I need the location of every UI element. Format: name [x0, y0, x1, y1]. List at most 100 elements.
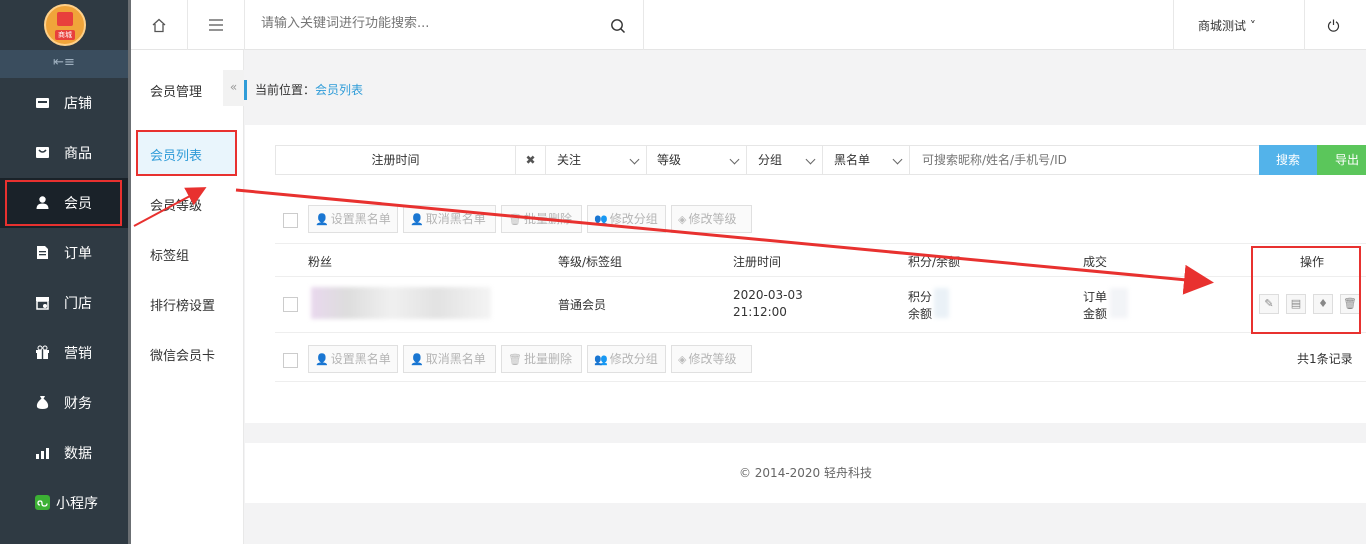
user-minus-icon: 👤 — [315, 213, 329, 226]
layers-icon: ◈ — [678, 213, 687, 226]
points-label: 积分 — [908, 290, 933, 304]
select-all-checkbox[interactable] — [283, 353, 298, 368]
top-bar: 商城测试 ˅ — [131, 0, 1366, 50]
button-label: 批量删除 — [523, 212, 572, 226]
sidebar-item-finance[interactable]: 财务 — [0, 378, 128, 428]
user-icon: 👤 — [410, 213, 424, 226]
column-header-level: 等级/标签组 — [558, 255, 623, 269]
breadcrumb-current[interactable]: 会员列表 — [315, 83, 363, 97]
sidebar-item-label: 店铺 — [64, 96, 92, 112]
blacklist-select[interactable]: 黑名单 — [823, 146, 910, 174]
member-search-input[interactable] — [910, 146, 1258, 174]
filter-bar: 注册时间 ✖ 关注 等级 分组 黑名单 搜索 导出 — [275, 145, 1366, 175]
export-button[interactable]: 导出 — [1317, 145, 1366, 175]
button-label: 修改分组 — [609, 212, 658, 226]
sidebar-item-goods[interactable]: 商品 — [0, 128, 128, 178]
shop-logo[interactable]: 商城 — [44, 4, 86, 46]
batch-delete-button[interactable]: 🗑 批量删除 — [501, 205, 582, 233]
button-label: 修改等级 — [688, 352, 737, 366]
home-button[interactable] — [131, 0, 188, 50]
group-select[interactable]: 分组 — [747, 146, 823, 174]
total-records: 共1条记录 — [1297, 352, 1353, 366]
column-header-deals: 成交 — [1083, 255, 1108, 269]
sidebar-item-label: 营销 — [64, 346, 92, 362]
reg-date: 2020-03-03 — [733, 288, 803, 302]
orders-value-blurred — [1110, 288, 1128, 318]
menu-toggle-button[interactable] — [188, 0, 245, 50]
batch-toolbar-top: 👤 设置黑名单 👤 取消黑名单 🗑 批量删除 👥 修改分组 ◈ 修改等级 — [275, 205, 1366, 235]
button-label: 修改分组 — [609, 352, 658, 366]
sidebar-item-label: 商品 — [64, 146, 92, 162]
logout-button[interactable] — [1305, 0, 1366, 50]
follow-select[interactable]: 关注 — [546, 146, 647, 174]
users-icon: 👥 — [594, 353, 608, 366]
button-label: 修改等级 — [688, 212, 737, 226]
unset-blacklist-button[interactable]: 👤 取消黑名单 — [403, 205, 496, 233]
sidebar-item-order[interactable]: 订单 — [0, 228, 128, 278]
row-checkbox[interactable] — [283, 297, 298, 312]
submenu-item-ranking[interactable]: 排行榜设置 — [150, 295, 215, 314]
edit-group-button[interactable]: 👥 修改分组 — [587, 345, 666, 373]
sidebar-item-miniprogram[interactable]: 小程序 — [0, 478, 128, 528]
chevron-down-icon — [729, 154, 740, 165]
sidebar-collapse-button[interactable]: ⇤≡ — [0, 50, 128, 78]
level-select-value: 等级 — [657, 153, 682, 167]
store-name: 商城测试 ˅ — [1198, 19, 1256, 33]
table-row: 普通会员 2020-03-03 21:12:00 积分 余额 订单 金额 ✎ ▤… — [275, 277, 1366, 333]
sidebar-item-store[interactable]: 店铺 — [0, 78, 128, 128]
reg-time-picker[interactable]: 注册时间 — [276, 146, 516, 174]
submenu-item-member-level[interactable]: 会员等级 — [150, 195, 202, 214]
submenu-item-tag-group[interactable]: 标签组 — [150, 245, 189, 264]
order-icon — [35, 245, 50, 260]
edit-group-button[interactable]: 👥 修改分组 — [587, 205, 666, 233]
submenu-item-wechat-card[interactable]: 微信会员卡 — [150, 345, 215, 364]
button-label: 设置黑名单 — [330, 352, 391, 366]
function-search-input[interactable] — [261, 16, 601, 31]
search-button[interactable]: 搜索 — [1259, 145, 1317, 175]
chevron-down-icon — [892, 154, 903, 165]
set-blacklist-button[interactable]: 👤 设置黑名单 — [308, 345, 398, 373]
level-select[interactable]: 等级 — [647, 146, 747, 174]
edit-level-button[interactable]: ◈ 修改等级 — [671, 205, 752, 233]
button-label: 取消黑名单 — [425, 352, 486, 366]
table-header: 粉丝 等级/标签组 注册时间 积分/余额 成交 操作 — [275, 243, 1366, 277]
member-avatar-blurred — [311, 287, 491, 319]
footer-copyright: © 2014-2020 轻舟科技 — [245, 443, 1366, 503]
topbar-divider — [643, 0, 644, 50]
sidebar-item-label: 数据 — [64, 446, 92, 462]
logo-text: 商城 — [55, 30, 75, 40]
clear-date-icon[interactable]: ✖ — [516, 146, 546, 174]
sidebar-item-label: 小程序 — [56, 496, 98, 512]
orders-label: 订单 — [1083, 290, 1108, 304]
select-all-checkbox[interactable] — [283, 213, 298, 228]
home-icon — [152, 18, 166, 33]
amount-label: 金额 — [1083, 307, 1108, 321]
brand-area: 商城 — [0, 0, 128, 50]
sidebar-item-shop[interactable]: 门店 — [0, 278, 128, 328]
member-submenu: 会员管理 « 会员列表 会员等级 标签组 排行榜设置 微信会员卡 — [131, 50, 244, 544]
annotation-box-actions — [1251, 246, 1361, 334]
edit-level-button[interactable]: ◈ 修改等级 — [671, 345, 752, 373]
unset-blacklist-button[interactable]: 👤 取消黑名单 — [403, 345, 496, 373]
store-switcher[interactable]: 商城测试 ˅ — [1173, 0, 1305, 50]
shop-icon — [35, 295, 50, 310]
balance-label: 余额 — [908, 307, 933, 321]
column-header-points: 积分/余额 — [908, 255, 961, 269]
blacklist-select-value: 黑名单 — [834, 153, 871, 167]
house-icon — [57, 12, 73, 26]
chevron-down-icon — [805, 154, 816, 165]
search-icon[interactable] — [610, 18, 626, 34]
sidebar-item-label: 订单 — [64, 246, 92, 262]
sidebar-item-marketing[interactable]: 营销 — [0, 328, 128, 378]
submenu-collapse-button[interactable]: « — [223, 70, 244, 106]
sidebar-item-label: 财务 — [64, 396, 92, 412]
sidebar-item-data[interactable]: 数据 — [0, 428, 128, 478]
points-value-blurred — [934, 288, 949, 318]
button-label: 取消黑名单 — [425, 212, 486, 226]
set-blacklist-button[interactable]: 👤 设置黑名单 — [308, 205, 398, 233]
button-label: 批量删除 — [523, 352, 572, 366]
chevron-down-icon — [629, 154, 640, 165]
batch-toolbar-bottom: 👤 设置黑名单 👤 取消黑名单 🗑 批量删除 👥 修改分组 ◈ 修改等级 — [275, 345, 1366, 375]
batch-delete-button[interactable]: 🗑 批量删除 — [501, 345, 582, 373]
annotation-box-member-list — [136, 130, 237, 176]
